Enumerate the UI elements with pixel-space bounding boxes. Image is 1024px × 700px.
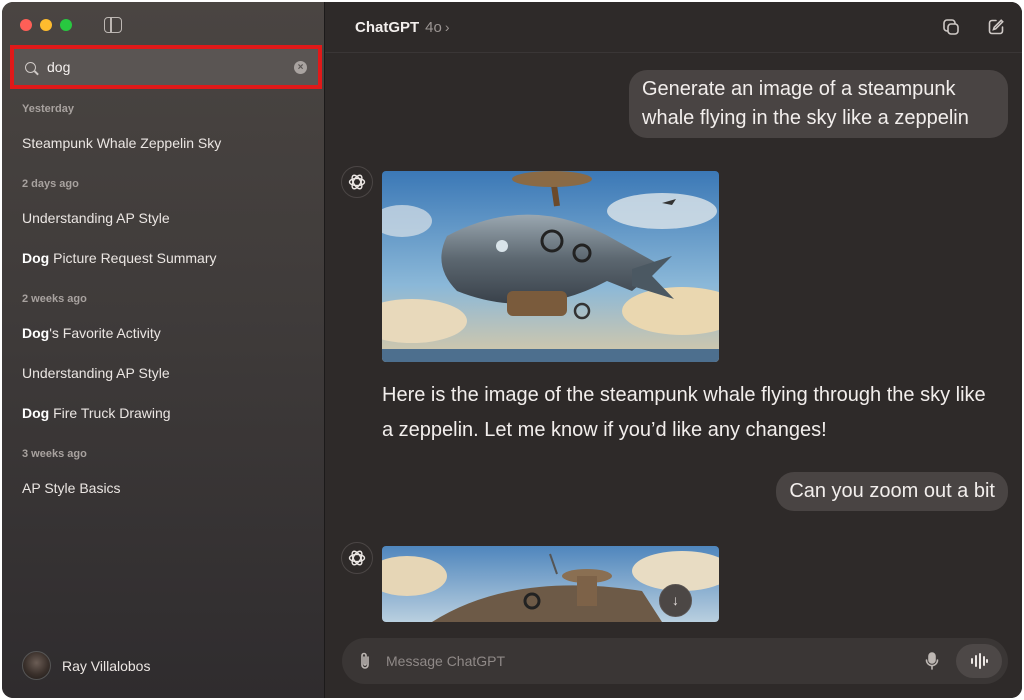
model-selector[interactable]: 4o <box>425 19 442 36</box>
chatgpt-logo-icon <box>341 542 373 574</box>
conversation-item[interactable]: Dog Picture Request Summary <box>2 238 324 278</box>
sidebar-toggle-icon[interactable] <box>104 17 122 33</box>
assistant-message: Here is the image of the steampunk whale… <box>382 384 986 441</box>
sidebar: × Yesterday Steampunk Whale Zeppelin Sky… <box>2 2 325 698</box>
microphone-icon[interactable] <box>925 652 939 670</box>
top-bar: ChatGPT 4o › <box>325 2 1022 53</box>
history-group-label: 2 days ago <box>22 178 79 190</box>
zoom-window-button[interactable] <box>60 19 72 31</box>
message-input[interactable] <box>384 652 888 670</box>
user-message: Can you zoom out a bit <box>776 472 1008 511</box>
search-input[interactable] <box>45 58 269 76</box>
chatgpt-logo-icon <box>341 166 373 198</box>
search-icon <box>25 61 36 73</box>
search-box[interactable]: × <box>10 45 322 89</box>
user-name: Ray Villalobos <box>62 657 151 674</box>
app-window: × Yesterday Steampunk Whale Zeppelin Sky… <box>2 2 1022 698</box>
generated-image[interactable] <box>382 171 719 362</box>
paperclip-icon[interactable] <box>358 651 372 671</box>
clear-search-icon[interactable]: × <box>294 61 307 74</box>
new-window-icon[interactable] <box>942 18 960 36</box>
conversation-item[interactable]: Understanding AP Style <box>2 353 324 393</box>
app-title[interactable]: ChatGPT <box>355 19 419 36</box>
user-profile[interactable]: Ray Villalobos <box>22 651 150 680</box>
chevron-right-icon[interactable]: › <box>445 19 450 35</box>
history-group-label: 3 weeks ago <box>22 448 87 460</box>
chat-area: ChatGPT 4o › Generate an image of a stea… <box>325 2 1022 698</box>
conversation-history: Yesterday Steampunk Whale Zeppelin Sky 2… <box>2 98 324 508</box>
conversation-item[interactable]: Dog Fire Truck Drawing <box>2 393 324 433</box>
window-controls <box>20 19 72 31</box>
conversation-item[interactable]: Steampunk Whale Zeppelin Sky <box>2 123 324 163</box>
voice-mode-button[interactable] <box>956 644 1002 678</box>
conversation-item[interactable]: Dog's Favorite Activity <box>2 313 324 353</box>
close-window-button[interactable] <box>20 19 32 31</box>
new-chat-icon[interactable] <box>987 18 1005 36</box>
conversation-item[interactable]: Understanding AP Style <box>2 198 324 238</box>
waveform-icon <box>971 653 988 669</box>
history-group-label: Yesterday <box>22 103 74 115</box>
minimize-window-button[interactable] <box>40 19 52 31</box>
user-message: Generate an image of a steampunk whale f… <box>629 70 1008 138</box>
history-group-label: 2 weeks ago <box>22 293 87 305</box>
message-composer <box>342 638 1008 684</box>
scroll-down-button[interactable]: ↓ <box>659 584 692 617</box>
avatar <box>22 651 51 680</box>
conversation-item[interactable]: AP Style Basics <box>2 468 324 508</box>
